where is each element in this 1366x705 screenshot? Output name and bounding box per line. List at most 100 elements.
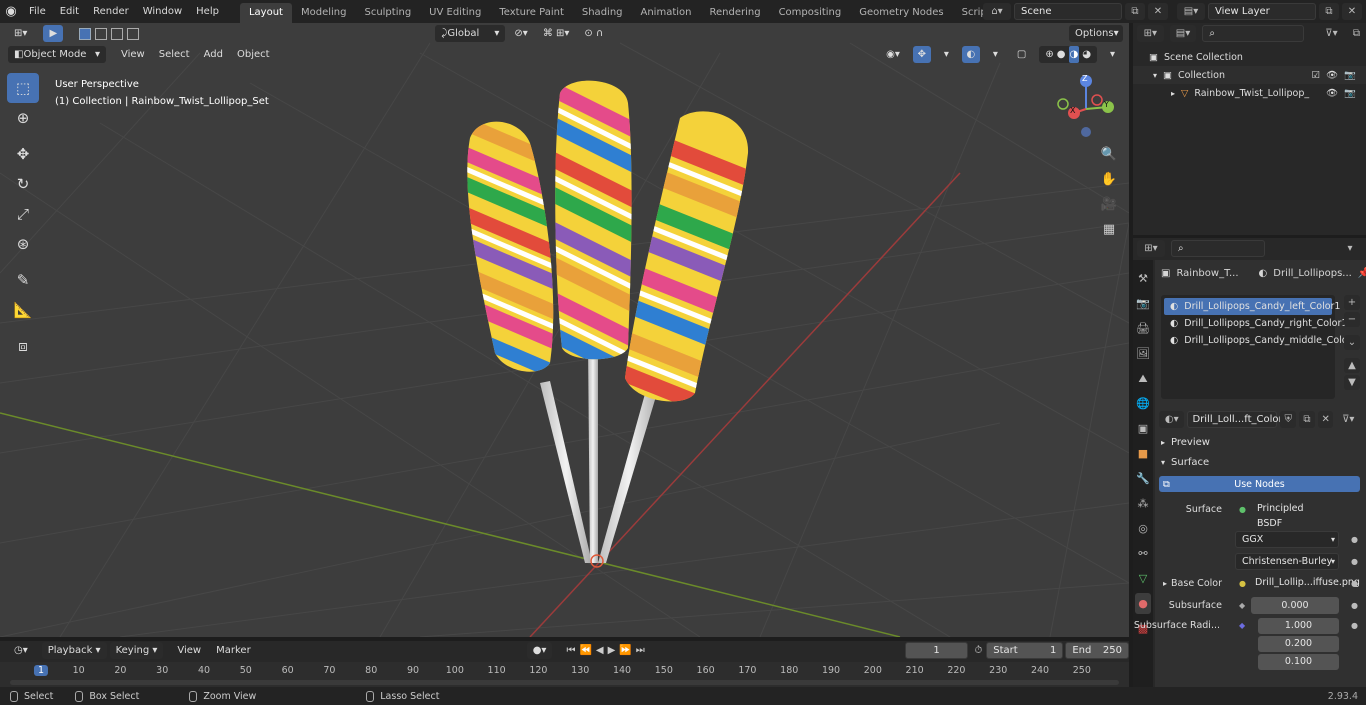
subsurface-method-dropdown[interactable]: Christensen-Burley — [1235, 552, 1339, 570]
object-visibility-icon[interactable]: 👁 — [1326, 88, 1338, 99]
collection-render-icon[interactable]: 📷 — [1344, 70, 1356, 81]
material-link-icon[interactable]: ⊽▾ — [1336, 411, 1360, 428]
duplicate-material-icon[interactable]: ⧉ — [1299, 410, 1315, 428]
scale-tool-icon[interactable]: ⤢ — [7, 199, 39, 229]
tab-geometry-nodes[interactable]: Geometry Nodes — [850, 3, 952, 23]
remove-slot-icon[interactable]: − — [1344, 312, 1360, 327]
timeline-menu-view[interactable]: View — [171, 642, 207, 659]
properties-search-input[interactable]: ⌕ — [1171, 239, 1265, 257]
annotate-tool-icon[interactable]: ✎ — [7, 265, 39, 295]
tab-animation[interactable]: Animation — [632, 3, 701, 23]
editor-type-icon[interactable]: ⊞▾ — [8, 25, 33, 42]
fake-user-icon[interactable]: ⛨ — [1280, 410, 1297, 428]
menu-edit[interactable]: Edit — [53, 0, 86, 23]
use-nodes-button[interactable]: ⧉ Use Nodes — [1159, 476, 1360, 492]
menu-render[interactable]: Render — [86, 0, 136, 23]
subsurface-radius-z-field[interactable]: 0.100 — [1258, 654, 1339, 670]
menu-file[interactable]: File — [22, 0, 53, 23]
overlay-dropdown-icon[interactable]: ▾ — [987, 46, 1004, 63]
current-frame-marker[interactable]: 1 — [33, 665, 49, 676]
unlink-material-icon[interactable]: ✕ — [1317, 410, 1334, 428]
modifier-tab-icon[interactable]: 🔧 — [1135, 468, 1151, 489]
subsurface-radius-anim-icon[interactable]: ● — [1351, 621, 1358, 630]
overlay-toggle-icon[interactable]: ◐ — [961, 45, 980, 63]
select-mode-icon[interactable]: ▶ — [43, 25, 64, 42]
tab-shading[interactable]: Shading — [573, 3, 632, 23]
delete-view-layer-icon[interactable]: ✕ — [1342, 3, 1362, 20]
slot-specials-icon[interactable]: ⌄ — [1344, 335, 1360, 350]
tab-rendering[interactable]: Rendering — [700, 3, 769, 23]
tab-modeling[interactable]: Modeling — [292, 3, 356, 23]
browse-material-icon[interactable]: ◐▾ — [1159, 410, 1185, 428]
select-box-tool-icon[interactable]: ⬚ — [7, 73, 39, 103]
start-frame-field[interactable]: Start 1 — [986, 641, 1064, 659]
view-layer-tab-icon[interactable]: 🖼 — [1135, 343, 1151, 364]
pan-hand-icon[interactable]: ✋ — [1098, 168, 1120, 190]
outliner-search-input[interactable]: ⌕ — [1202, 24, 1304, 42]
selection-mode-icons[interactable] — [73, 25, 145, 42]
pivot-point-icon[interactable]: ⊘▾ — [508, 25, 533, 42]
material-tab-icon[interactable]: ● — [1135, 593, 1151, 614]
viewport-menu-view[interactable]: View — [114, 49, 152, 60]
subsurface-radius-y-field[interactable]: 0.200 — [1258, 636, 1339, 652]
world-tab-icon[interactable]: 🌐 — [1135, 393, 1151, 414]
shading-dropdown-icon[interactable]: ▾ — [1104, 46, 1121, 63]
subsurface-radius-x-field[interactable]: 1.000 — [1258, 617, 1339, 634]
object-row[interactable]: ▸ ▽ Rainbow_Twist_Lollipop_ 👁 📷 — [1133, 84, 1366, 102]
jump-end-icon[interactable]: ⏭ — [636, 645, 645, 656]
view-layer-icon[interactable]: ▤▾ — [1177, 3, 1205, 20]
new-view-layer-icon[interactable]: ⧉ — [1319, 3, 1339, 20]
expand-object-icon[interactable]: ▸ — [1171, 89, 1175, 98]
scene-collection-row[interactable]: ▣ Scene Collection — [1133, 48, 1366, 66]
end-frame-field[interactable]: End 250 — [1065, 641, 1129, 659]
output-tab-icon[interactable]: 🖨 — [1135, 318, 1151, 339]
particles-tab-icon[interactable]: ⁂ — [1135, 493, 1151, 514]
timeline-menu-marker[interactable]: Marker — [210, 642, 257, 659]
viewport-menu-object[interactable]: Object — [230, 49, 277, 60]
move-slot-down-icon[interactable]: ▼ — [1344, 375, 1360, 390]
move-slot-up-icon[interactable]: ▲ — [1344, 358, 1360, 373]
preview-panel-header[interactable]: ▸ Preview — [1155, 432, 1366, 452]
add-cube-tool-icon[interactable]: ⧈ — [7, 331, 39, 361]
scene-field[interactable]: Scene — [1014, 3, 1122, 20]
jump-start-icon[interactable]: ⏮ — [566, 645, 575, 656]
subsurface-value-field[interactable]: 0.000 — [1251, 596, 1339, 614]
material-slot-1[interactable]: ◐ Drill_Lollipops_Candy_left_Color1 — [1164, 298, 1340, 315]
physics-tab-icon[interactable]: ◎ — [1135, 518, 1151, 539]
camera-view-icon[interactable]: 🎥 — [1098, 193, 1120, 215]
preview-range-icon[interactable]: ⏱ — [974, 645, 982, 656]
tab-compositing[interactable]: Compositing — [770, 3, 851, 23]
render-tab-icon[interactable]: 📷 — [1135, 293, 1151, 314]
zoom-icon[interactable]: 🔍 — [1098, 143, 1120, 165]
collection-row[interactable]: ▾ ▣ Collection ☑ 👁 📷 — [1133, 66, 1366, 84]
viewport-menu-select[interactable]: Select — [152, 49, 197, 60]
scene-icon[interactable]: ⌂▾ — [983, 3, 1011, 20]
transform-tool-icon[interactable]: ⊛ — [7, 229, 39, 259]
move-tool-icon[interactable]: ✥ — [7, 139, 39, 169]
distribution-dropdown[interactable]: GGX — [1235, 530, 1339, 548]
auto-keying-icon[interactable]: ●▾ — [526, 641, 553, 659]
timeline-ruler[interactable]: 1 10 20 30 40 50 60 70 80 90 100 110 120 130 140 150 160… — [0, 662, 1129, 687]
gizmo-toggle-icon[interactable]: ✥ — [912, 45, 931, 63]
add-slot-icon[interactable]: + — [1344, 295, 1360, 310]
surface-shader-dropdown[interactable]: Principled BSDF — [1251, 500, 1331, 529]
tab-layout[interactable]: Layout — [239, 2, 292, 23]
pin-icon[interactable]: 📌 — [1358, 268, 1366, 279]
current-frame-field[interactable]: 1 — [904, 641, 969, 659]
shading-mode-icons[interactable]: ⊕ ● ◑ ◕ — [1039, 45, 1097, 63]
base-color-anim-icon[interactable]: ● — [1351, 579, 1358, 588]
expand-collection-icon[interactable]: ▾ — [1153, 71, 1157, 80]
visibility-icon[interactable]: ◉▾ — [880, 46, 906, 63]
options-dropdown[interactable]: Options ▾ — [1069, 25, 1123, 42]
surface-panel-header[interactable]: ▾ Surface — [1155, 452, 1366, 472]
rotate-tool-icon[interactable]: ↻ — [7, 169, 39, 199]
object-render-icon[interactable]: 📷 — [1344, 88, 1356, 99]
base-color-texture[interactable]: Drill_Lollip...iffuse.png — [1251, 574, 1360, 592]
prev-keyframe-icon[interactable]: ⏪ — [579, 645, 591, 656]
data-tab-icon[interactable]: ▽ — [1135, 568, 1151, 589]
tool-tab-icon[interactable]: ⚒ — [1135, 268, 1151, 289]
collection-checkbox-icon[interactable]: ☑ — [1311, 70, 1320, 81]
scene-tab-icon[interactable]: ⛰ — [1135, 368, 1151, 389]
filter-icon[interactable]: ⊽▾ — [1322, 25, 1341, 42]
outliner-editor-icon[interactable]: ⊞▾ — [1137, 24, 1164, 42]
